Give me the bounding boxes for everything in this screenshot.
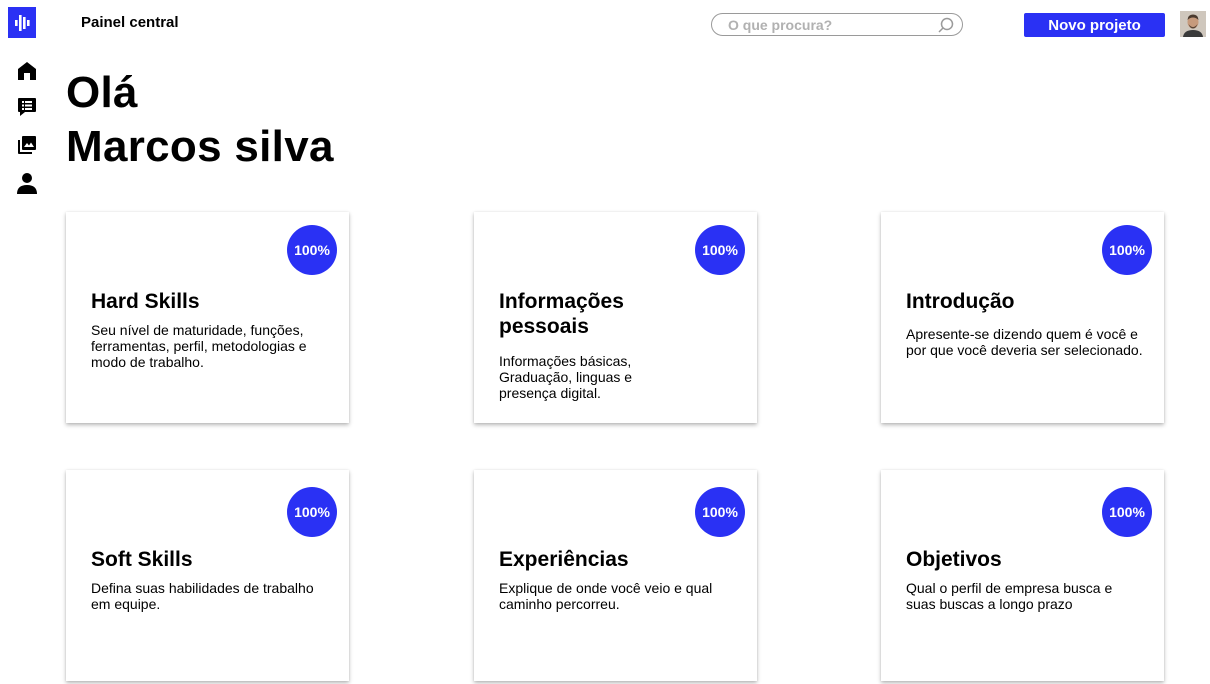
card-introduction[interactable]: 100% Introdução Apresente-se dizendo que…: [881, 212, 1164, 423]
progress-badge: 100%: [695, 487, 745, 537]
sidebar-item-messages[interactable]: [14, 94, 40, 120]
card-title: Experiências: [499, 548, 629, 571]
progress-badge: 100%: [695, 225, 745, 275]
page-title: Painel central: [81, 14, 179, 31]
card-description: Qual o perfil de empresa busca e suas bu…: [906, 580, 1113, 612]
progress-badge: 100%: [1102, 487, 1152, 537]
user-photo-icon: [1180, 11, 1206, 37]
progress-badge: 100%: [1102, 225, 1152, 275]
greeting-line-1: Olá: [66, 68, 138, 117]
greeting-heading: Olá Marcos silva: [66, 66, 334, 174]
profile-icon: [17, 173, 37, 194]
logo-bars-icon: [15, 14, 30, 31]
progress-badge: 100%: [287, 225, 337, 275]
card-description: Explique de onde você veio e qual caminh…: [499, 580, 713, 612]
progress-badge: 100%: [287, 487, 337, 537]
new-project-button[interactable]: Novo projeto: [1024, 13, 1165, 37]
sidebar-item-home[interactable]: [14, 58, 40, 84]
card-objectives[interactable]: 100% Objetivos Qual o perfil de empresa …: [881, 470, 1164, 681]
card-title: Informações pessoais: [499, 290, 624, 338]
card-description: Seu nível de maturidade, funções, ferram…: [91, 322, 307, 370]
search-input[interactable]: [728, 16, 928, 33]
sidebar-item-profile[interactable]: [14, 170, 40, 196]
search-icon[interactable]: [937, 16, 955, 34]
card-description: Apresente-se dizendo quem é você e por q…: [906, 326, 1143, 358]
card-title: Soft Skills: [91, 548, 193, 571]
card-experiences[interactable]: 100% Experiências Explique de onde você …: [474, 470, 757, 681]
app-logo[interactable]: [8, 7, 36, 38]
home-icon: [18, 62, 36, 80]
card-title: Objetivos: [906, 548, 1002, 571]
gallery-icon: [18, 136, 36, 154]
card-title: Hard Skills: [91, 290, 200, 313]
chat-icon: [18, 98, 36, 116]
card-description: Informações básicas, Graduação, linguas …: [499, 353, 633, 401]
card-soft-skills[interactable]: 100% Soft Skills Defina suas habilidades…: [66, 470, 349, 681]
search-bar[interactable]: [711, 13, 963, 36]
greeting-user-name: Marcos silva: [66, 122, 334, 171]
sidebar-item-gallery[interactable]: [14, 132, 40, 158]
avatar[interactable]: [1180, 11, 1206, 37]
card-title: Introdução: [906, 290, 1015, 313]
card-personal-info[interactable]: 100% Informações pessoais Informações bá…: [474, 212, 757, 423]
card-description: Defina suas habilidades de trabalho em e…: [91, 580, 314, 612]
card-hard-skills[interactable]: 100% Hard Skills Seu nível de maturidade…: [66, 212, 349, 423]
